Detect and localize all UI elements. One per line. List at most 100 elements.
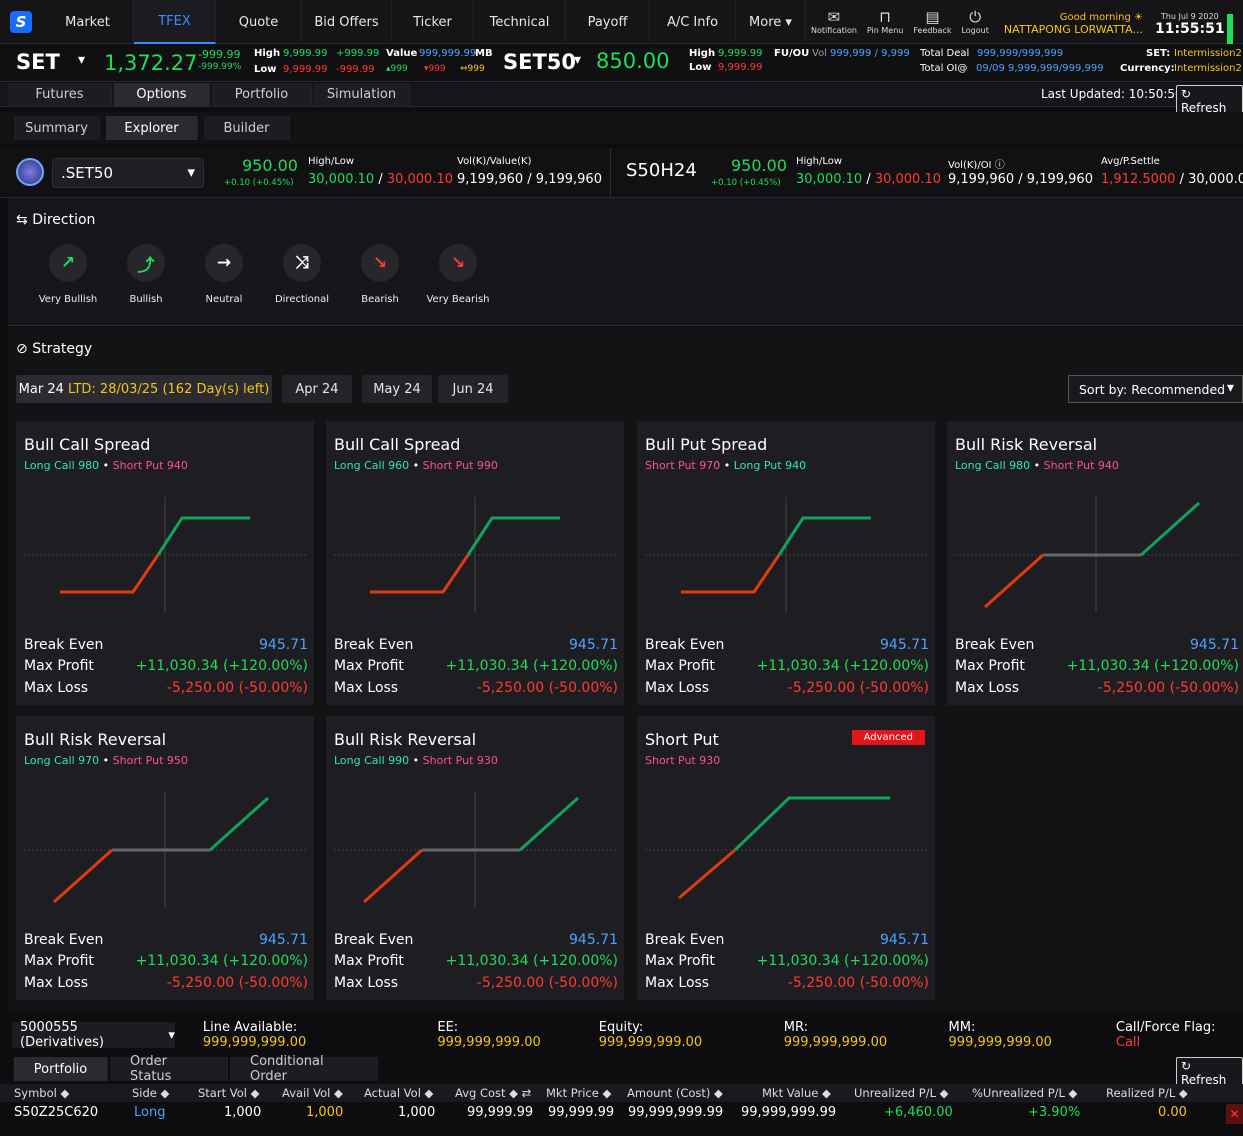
feedback-button[interactable]: ▤ Feedback xyxy=(913,0,951,43)
column-header[interactable]: Mkt Price ◆ xyxy=(546,1086,611,1100)
column-header[interactable]: Avg Cost ◆ ⇄ xyxy=(455,1086,531,1100)
nav-tab-tfex[interactable]: TFEX xyxy=(134,0,216,44)
high-label: High xyxy=(254,48,281,59)
notification-button[interactable]: ✉ Notification xyxy=(811,0,857,43)
direction-icon-3: ⤨ xyxy=(283,244,321,282)
column-header[interactable]: Actual Vol ◆ xyxy=(364,1086,433,1100)
chevron-down-icon: ▾ xyxy=(785,14,792,30)
expiry-tab-may-24[interactable]: May 24 xyxy=(362,375,432,403)
max-profit-value: +11,030.34 (+120.00%) xyxy=(756,658,929,674)
direction-title-text: Direction xyxy=(32,212,96,228)
column-header[interactable]: Symbol ◆ xyxy=(14,1086,69,1100)
set50-low: 9,999.99 xyxy=(718,62,763,73)
tab-order-status[interactable]: Order Status xyxy=(110,1054,228,1084)
max-profit-label: Max Profit xyxy=(24,658,94,674)
column-header[interactable]: Mkt Value ◆ xyxy=(762,1086,831,1100)
direction-very-bullish[interactable]: ↗ Very Bullish xyxy=(28,244,108,305)
advance-count-value: 999 xyxy=(390,64,408,74)
last-updated-label: Last Updated: xyxy=(1041,87,1125,101)
tab-conditional-order[interactable]: Conditional Order xyxy=(230,1054,378,1084)
series-high-low: 30,000.10 / 30,000.10 xyxy=(796,172,942,187)
clock: Thu Jul 9 2020 11:55:51 xyxy=(1155,0,1225,43)
info-icon[interactable]: ⓘ xyxy=(995,160,1005,171)
expiry-tab-mar-24[interactable]: Mar 24 LTD: 28/03/25 (162 Day(s) left) xyxy=(16,375,272,403)
direction-title: ⇆ Direction xyxy=(16,212,95,228)
payoff-chart xyxy=(645,796,927,900)
max-loss-label: Max Loss xyxy=(645,680,710,696)
strategy-card[interactable]: Bull Risk Reversal Long Call 970 • Short … xyxy=(16,716,314,1000)
expiry-tab-apr-24[interactable]: Apr 24 xyxy=(282,375,352,403)
nav-tab-bid-offers[interactable]: Bid Offers xyxy=(302,0,392,44)
tab-explorer[interactable]: Explorer xyxy=(106,116,198,140)
break-even-label: Break Even xyxy=(334,637,414,653)
leg-1: Long Call 990 xyxy=(334,754,410,767)
max-loss-label: Max Loss xyxy=(955,680,1020,696)
logout-label: Logout xyxy=(961,26,989,35)
nav-tab-more[interactable]: More ▾ xyxy=(736,0,806,44)
nav-tab-market[interactable]: Market xyxy=(42,0,134,44)
column-header[interactable]: Start Vol ◆ xyxy=(198,1086,259,1100)
column-header[interactable]: Unrealized P/L ◆ xyxy=(854,1086,948,1100)
direction-neutral[interactable]: → Neutral xyxy=(184,244,264,305)
set-dropdown-icon[interactable]: ▾ xyxy=(78,52,85,68)
nav-tab-technical[interactable]: Technical xyxy=(474,0,566,44)
nav-tab-quote[interactable]: Quote xyxy=(216,0,302,44)
table-row[interactable]: S50Z25C620 Long 1,000 1,000 1,000 99,999.99 99… xyxy=(0,1102,1243,1126)
symbol-selector[interactable]: .SET50 ▾ xyxy=(52,158,204,188)
set-low-chg: -999.99 xyxy=(336,64,375,75)
tab-summary[interactable]: Summary xyxy=(14,116,100,140)
tab-portfolio[interactable]: Portfolio xyxy=(212,83,312,106)
column-header[interactable]: Side ◆ xyxy=(132,1086,169,1100)
max-loss-label: Max Loss xyxy=(24,975,89,991)
set50-dropdown-icon[interactable]: ▾ xyxy=(574,52,581,68)
max-profit-value: +11,030.34 (+120.00%) xyxy=(756,953,929,969)
max-profit-row: Max Profit +11,030.34 (+120.00%) xyxy=(334,658,618,674)
instrument-row: .SET50 ▾ 950.00 +0.10 (+0.45%) High/Low … xyxy=(0,148,1243,198)
column-header[interactable]: Avail Vol ◆ xyxy=(282,1086,343,1100)
leg-2: Short Put 940 xyxy=(1043,459,1119,472)
direction-bearish[interactable]: ↘ Bearish xyxy=(340,244,420,305)
nav-tab-payoff[interactable]: Payoff xyxy=(566,0,650,44)
strategy-card[interactable]: Short Put Advanced Short Put 930 Break Even… xyxy=(637,716,935,1000)
logout-button[interactable]: ⏻ Logout xyxy=(961,0,988,43)
direction-directional[interactable]: ⤨ Directional xyxy=(262,244,342,305)
portfolio-tabs: Portfolio Order Status Conditional Order… xyxy=(0,1054,1243,1089)
strategy-card[interactable]: Bull Risk Reversal Long Call 980 • Short … xyxy=(947,421,1243,705)
tab-builder[interactable]: Builder xyxy=(204,116,290,140)
series-name: S50H24 xyxy=(626,160,697,181)
direction-bullish[interactable]: ⤴ Bullish xyxy=(106,244,186,305)
strategy-card[interactable]: Bull Call Spread Long Call 960 • Short Pu… xyxy=(326,421,624,705)
direction-very-bearish[interactable]: ↘ Very Bearish xyxy=(418,244,498,305)
table-cell: +3.90% xyxy=(1028,1105,1081,1120)
strategy-card[interactable]: Bull Call Spread Long Call 980 • Short Pu… xyxy=(16,421,314,705)
tab-simulation[interactable]: Simulation xyxy=(314,83,410,106)
refresh-icon: ↻ xyxy=(1181,1059,1192,1073)
nav-tab-ticker[interactable]: Ticker xyxy=(392,0,474,44)
mr-label: MR: xyxy=(783,1020,808,1035)
line-available: Line Available: 999,999,999.00 xyxy=(203,1020,404,1050)
column-header[interactable]: Realized P/L ◆ xyxy=(1106,1086,1188,1100)
strategy-card[interactable]: Bull Put Spread Short Put 970 • Long Put … xyxy=(637,421,935,705)
tab-futures[interactable]: Futures xyxy=(8,83,112,106)
total-deal-label: Total Deal xyxy=(920,48,970,59)
payoff-chart xyxy=(24,497,306,613)
mm-label: MM: xyxy=(948,1020,976,1035)
tab-portfolio-list[interactable]: Portfolio xyxy=(14,1057,108,1081)
strategy-card[interactable]: Bull Risk Reversal Long Call 990 • Short … xyxy=(326,716,624,1000)
close-position-icon[interactable]: ✕ xyxy=(1226,1104,1243,1124)
portfolio-table-header: Symbol ◆ Side ◆ Start Vol ◆ Avail Vol ◆ Actu… xyxy=(0,1084,1243,1102)
column-header[interactable]: %Unrealized P/L ◆ xyxy=(972,1086,1077,1100)
sort-dropdown[interactable]: Sort by: Recommended ▾ xyxy=(1068,375,1243,403)
column-header[interactable]: Amount (Cost) ◆ xyxy=(627,1086,723,1100)
expiry-tab-jun-24[interactable]: Jun 24 xyxy=(438,375,508,403)
app-logo[interactable]: S xyxy=(0,0,42,44)
direction-icon-4: ↘ xyxy=(361,244,399,282)
nav-tab-ac-info[interactable]: A/C Info xyxy=(650,0,736,44)
payoff-loss-line xyxy=(60,554,160,594)
pin-menu-button[interactable]: ⊓ Pin Menu xyxy=(867,0,903,43)
account-selector[interactable]: 5000555 (Derivatives) ▾ xyxy=(12,1020,175,1050)
strategy-card-title: Bull Risk Reversal xyxy=(24,730,167,749)
tab-options[interactable]: Options xyxy=(114,83,210,106)
payoff-profit-line xyxy=(518,796,580,852)
user-name[interactable]: NATTAPONG LORWATTA... xyxy=(1004,23,1143,36)
